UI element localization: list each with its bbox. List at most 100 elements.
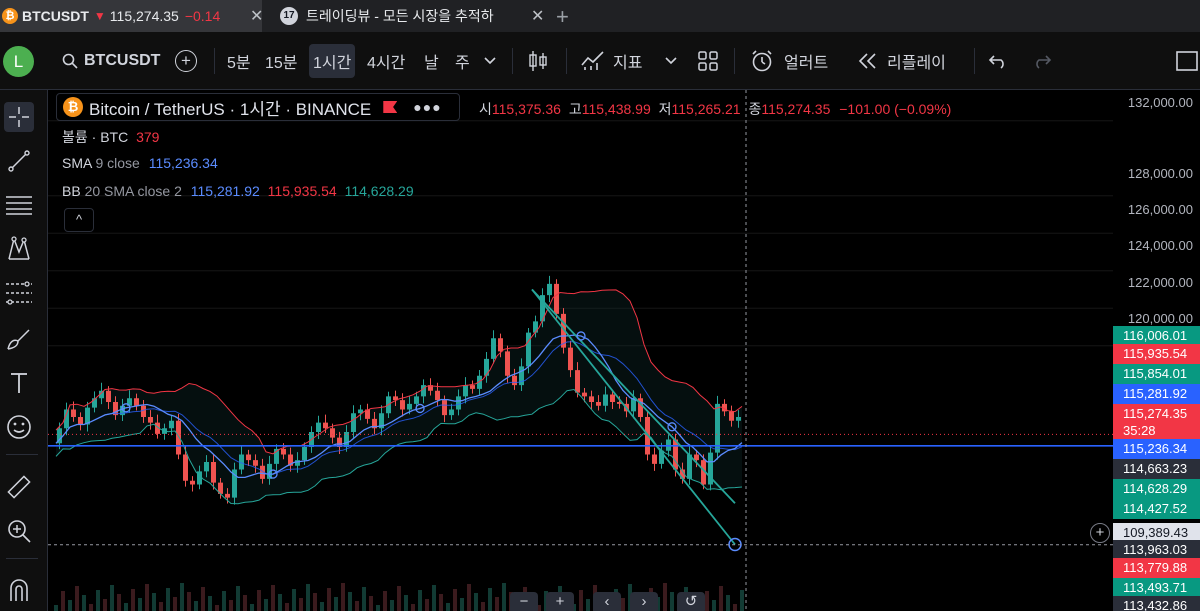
replay-button[interactable]: 리플레이: [857, 44, 946, 78]
browser-tab-tradingview[interactable]: 17 트레이딩뷰 - 모든 시장을 추적하 ✕: [270, 0, 550, 32]
candle-body: [533, 321, 538, 333]
fibonacci-tool[interactable]: [4, 278, 34, 308]
interval-week[interactable]: 주: [455, 44, 470, 78]
change-value: −101.00 (−0.09%): [839, 101, 952, 117]
volume-bar: [236, 586, 240, 611]
volume-bar: [390, 600, 394, 611]
alerts-button[interactable]: 얼러트: [750, 44, 828, 78]
volume-bar: [208, 596, 212, 611]
volume-bar: [362, 587, 366, 611]
candle-body: [190, 480, 195, 485]
close-label: 종: [748, 101, 762, 117]
volume-bar: [425, 599, 429, 611]
trendline-tool[interactable]: [4, 146, 34, 176]
bitcoin-icon: ₿: [2, 8, 18, 24]
volume-bar: [460, 598, 464, 611]
add-alert-plus-icon[interactable]: +: [1090, 523, 1110, 543]
volume-bar: [215, 605, 219, 611]
horizontal-lines-tool[interactable]: [4, 190, 34, 220]
sma-params: 9 close: [95, 155, 140, 171]
text-icon: [11, 373, 27, 393]
crosshair-tool[interactable]: [4, 102, 34, 132]
text-tool[interactable]: [4, 368, 34, 398]
price-label: 113,963.03: [1113, 540, 1200, 560]
chart-settings-button[interactable]: [1176, 44, 1198, 78]
interval-1h[interactable]: 1시간: [309, 44, 356, 78]
candle-body: [491, 338, 496, 359]
user-avatar[interactable]: L: [3, 46, 34, 77]
compare-symbol-button[interactable]: +: [175, 44, 197, 78]
volume-legend[interactable]: 볼륨 · BTC 379: [62, 127, 159, 147]
volume-bar: [369, 596, 373, 611]
bb-legend[interactable]: BB 20 SMA close 2 115,281.92 115,935.54 …: [62, 183, 414, 199]
tab-change: −0.14: [184, 8, 221, 24]
bb-label: BB: [62, 183, 81, 199]
magnet-tool[interactable]: [4, 575, 34, 605]
zoom-out-button[interactable]: −: [510, 592, 538, 611]
volume-bar: [404, 595, 408, 611]
candle-body: [568, 347, 573, 371]
brush-icon: [7, 329, 30, 350]
interval-day[interactable]: 날: [424, 44, 439, 78]
bb-upper-value: 115,935.54: [267, 183, 337, 199]
emoji-tool[interactable]: [4, 412, 34, 442]
symbol-title-box[interactable]: ₿ Bitcoin / TetherUS · 1시간 · BINANCE ●●●: [56, 93, 460, 121]
indicators-dropdown[interactable]: [665, 44, 677, 78]
volume-bar: [705, 591, 709, 611]
interval-5m[interactable]: 5분: [227, 44, 251, 78]
interval-dropdown[interactable]: [484, 44, 496, 78]
volume-bar: [313, 593, 317, 611]
candle-body: [246, 454, 251, 461]
brush-tool[interactable]: [4, 324, 34, 354]
interval-4h[interactable]: 4시간: [367, 44, 405, 78]
chevron-down-icon: [665, 57, 677, 65]
redo-button[interactable]: [1032, 44, 1052, 78]
chart-toolbar: L BTCUSDT + 5분 15분 1시간 4시간 날 주 지표 얼러트 리플…: [0, 32, 1200, 90]
crosshair-icon: [9, 107, 29, 127]
sma-legend[interactable]: SMA 9 close 115,236.34: [62, 155, 218, 171]
zoom-tool[interactable]: [4, 516, 34, 546]
layouts-button[interactable]: [698, 44, 718, 78]
candle-body: [148, 417, 153, 423]
volume-bar: [579, 590, 583, 611]
price-axis[interactable]: 132,000.00 128,000.00 126,000.00 124,000…: [1113, 90, 1200, 611]
more-options-icon[interactable]: ●●●: [413, 99, 441, 115]
volume-bar: [481, 602, 485, 611]
reset-chart-button[interactable]: ↺: [677, 592, 705, 611]
alarm-clock-icon: [752, 50, 772, 72]
scroll-left-button[interactable]: ‹: [593, 592, 621, 611]
volume-bar: [670, 592, 674, 611]
volume-bar: [446, 603, 450, 611]
symbol-search-button[interactable]: BTCUSDT: [62, 44, 160, 78]
flag-icon[interactable]: [383, 101, 398, 113]
pattern-tool[interactable]: [4, 234, 34, 264]
ruler-tool[interactable]: [4, 472, 34, 502]
rewind-icon: [858, 53, 876, 69]
browser-tab-btcusdt[interactable]: ₿ BTCUSDT ▼ 115,274.35 −0.14 ✕: [0, 0, 263, 32]
zoom-in-button[interactable]: +: [546, 592, 574, 611]
candle-body: [463, 385, 468, 397]
interval-15m[interactable]: 15분: [265, 44, 298, 78]
candle-body: [330, 428, 335, 438]
new-tab-button[interactable]: +: [556, 4, 569, 30]
scroll-right-button[interactable]: ›: [630, 592, 658, 611]
close-tab-icon[interactable]: ✕: [250, 6, 263, 26]
drawing-toolbar: [0, 90, 48, 611]
candle-body: [610, 394, 615, 402]
volume-bar: [138, 598, 142, 611]
volume-bar: [334, 597, 338, 611]
candle-body: [351, 413, 356, 432]
collapse-legend-button[interactable]: ^: [64, 208, 94, 232]
volume-bar: [341, 583, 345, 611]
chart-type-button[interactable]: [528, 44, 548, 78]
candle-body: [435, 390, 440, 401]
candle-body: [442, 400, 447, 416]
undo-button[interactable]: [988, 44, 1008, 78]
browser-tab-bar: ₿ BTCUSDT ▼ 115,274.35 −0.14 ✕ 17 트레이딩뷰 …: [0, 0, 1200, 32]
indicators-button[interactable]: 지표: [581, 44, 642, 78]
candle-body: [176, 420, 181, 455]
close-tab-icon[interactable]: ✕: [531, 6, 544, 26]
volume-bar: [187, 592, 191, 611]
volume-bar: [201, 587, 205, 611]
volume-bar: [271, 585, 275, 611]
